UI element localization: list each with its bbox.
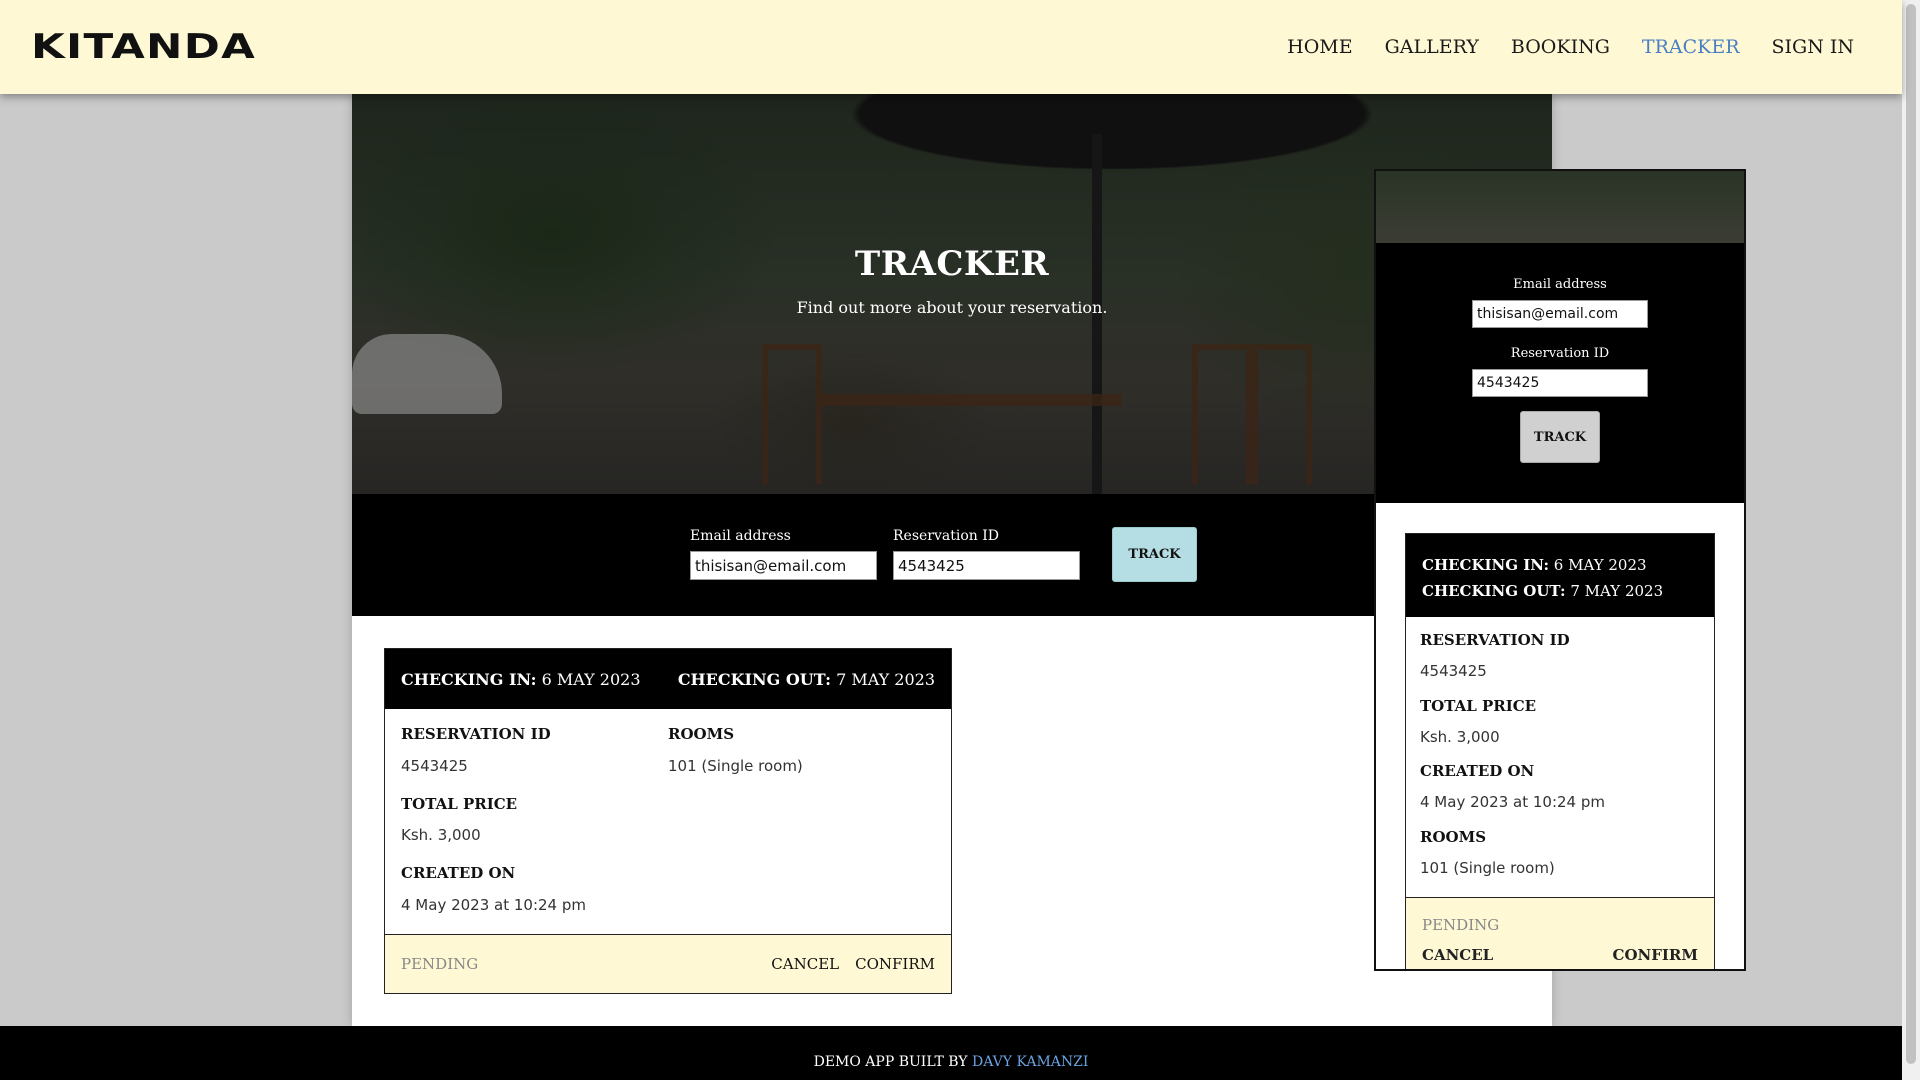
mobile-rooms-value: 101 (Single room) bbox=[1420, 859, 1555, 877]
mobile-email-label: Email address bbox=[1513, 277, 1607, 292]
nav-home[interactable]: HOME bbox=[1287, 36, 1352, 58]
reservation-card-body: RESERVATION ID 4543425 ROOMS 101 (Single… bbox=[385, 709, 951, 934]
reservation-id-value: 4543425 bbox=[401, 757, 468, 775]
reservation-card-header: CHECKING IN: 6 MAY 2023 CHECKING OUT: 7 … bbox=[385, 649, 951, 709]
mobile-reservation-id-label: Reservation ID bbox=[1510, 346, 1610, 361]
confirm-button[interactable]: CONFIRM bbox=[855, 955, 935, 973]
mobile-email-input[interactable] bbox=[1472, 300, 1648, 328]
checking-in-value: 6 MAY 2023 bbox=[541, 669, 641, 689]
mobile-cancel-button[interactable]: CANCEL bbox=[1422, 946, 1493, 964]
mobile-preview: Email address Reservation ID TRACK CHECK… bbox=[1374, 169, 1746, 971]
tracker-form: Email address Reservation ID TRACK bbox=[352, 494, 1552, 616]
checking-out-value: 7 MAY 2023 bbox=[836, 669, 935, 689]
scrollbar-thumb[interactable] bbox=[1906, 4, 1916, 1064]
page-subtitle: Find out more about your reservation. bbox=[796, 298, 1108, 317]
nav-gallery[interactable]: GALLERY bbox=[1385, 36, 1479, 58]
mobile-created-on-heading: CREATED ON bbox=[1420, 762, 1535, 780]
email-label: Email address bbox=[690, 528, 791, 544]
reservation-id-field-group: Reservation ID bbox=[893, 528, 1080, 580]
site-header: KITANDA HOME GALLERY BOOKING TRACKER SIG… bbox=[0, 0, 1902, 94]
mobile-checking-out: CHECKING OUT: 7 MAY 2023 bbox=[1422, 578, 1698, 604]
hero-text: TRACKER Find out more about your reserva… bbox=[352, 244, 1552, 317]
created-on-value: 4 May 2023 at 10:24 pm bbox=[401, 896, 587, 914]
mobile-reservation-id-heading: RESERVATION ID bbox=[1420, 631, 1570, 649]
nav-sign-in[interactable]: SIGN IN bbox=[1772, 36, 1855, 58]
author-link[interactable]: DAVY KAMANZI bbox=[972, 1054, 1088, 1070]
mobile-hero bbox=[1376, 171, 1744, 243]
main-nav: HOME GALLERY BOOKING TRACKER SIGN IN bbox=[1287, 36, 1854, 58]
mobile-checking-in-value: 6 MAY 2023 bbox=[1553, 556, 1647, 574]
nav-tracker[interactable]: TRACKER bbox=[1642, 36, 1740, 58]
checking-out-label: CHECKING OUT: bbox=[677, 669, 831, 689]
mobile-actions: CANCEL CONFIRM bbox=[1422, 946, 1698, 964]
hero-photo-chair bbox=[1192, 344, 1252, 484]
mobile-reservation-card: CHECKING IN: 6 MAY 2023 CHECKING OUT: 7 … bbox=[1405, 533, 1715, 969]
mobile-status-badge: PENDING bbox=[1422, 916, 1500, 934]
mobile-reservation-card-header: CHECKING IN: 6 MAY 2023 CHECKING OUT: 7 … bbox=[1406, 534, 1714, 617]
hero-banner: TRACKER Find out more about your reserva… bbox=[352, 94, 1552, 494]
reservation-card: CHECKING IN: 6 MAY 2023 CHECKING OUT: 7 … bbox=[384, 648, 952, 994]
email-input[interactable] bbox=[690, 551, 877, 580]
page-scrollbar[interactable] bbox=[1902, 0, 1920, 1080]
rooms-value: 101 (Single room) bbox=[668, 757, 803, 775]
reservation-id-label: Reservation ID bbox=[893, 528, 999, 544]
mobile-total-price-heading: TOTAL PRICE bbox=[1420, 697, 1537, 715]
mobile-track-button[interactable]: TRACK bbox=[1520, 411, 1600, 463]
reservation-id-input[interactable] bbox=[893, 551, 1080, 580]
mobile-created-on-value: 4 May 2023 at 10:24 pm bbox=[1420, 793, 1606, 811]
mobile-reservation-id-value: 4543425 bbox=[1420, 662, 1487, 680]
reservation-id-heading: RESERVATION ID bbox=[401, 725, 551, 743]
created-on-heading: CREATED ON bbox=[401, 864, 516, 882]
nav-booking[interactable]: BOOKING bbox=[1511, 36, 1610, 58]
mobile-checking-out-label: CHECKING OUT: bbox=[1422, 582, 1566, 600]
email-field-group: Email address bbox=[690, 528, 877, 580]
checking-in-label: CHECKING IN: bbox=[401, 669, 537, 689]
rooms-heading: ROOMS bbox=[668, 725, 735, 743]
tracker-page: TRACKER Find out more about your reserva… bbox=[352, 94, 1552, 1026]
mobile-confirm-button[interactable]: CONFIRM bbox=[1613, 946, 1698, 964]
mobile-reservation-card-body: RESERVATION ID 4543425 TOTAL PRICE Ksh. … bbox=[1406, 617, 1714, 897]
hero-photo-car bbox=[352, 334, 502, 414]
page-title: TRACKER bbox=[854, 244, 1050, 284]
mobile-checking-in: CHECKING IN: 6 MAY 2023 bbox=[1422, 552, 1698, 578]
mobile-reservation-card-footer: PENDING CANCEL CONFIRM bbox=[1406, 897, 1714, 969]
checking-in: CHECKING IN: 6 MAY 2023 bbox=[401, 670, 641, 689]
checking-out: CHECKING OUT: 7 MAY 2023 bbox=[678, 670, 935, 689]
hero-photo-chair bbox=[1252, 344, 1312, 484]
total-price-value: Ksh. 3,000 bbox=[401, 826, 481, 844]
reservation-card-footer: PENDING CANCEL CONFIRM bbox=[385, 934, 951, 993]
footer-credit: DEMO APP BUILT BY DAVY KAMANZI bbox=[0, 1054, 1902, 1070]
mobile-checking-in-label: CHECKING IN: bbox=[1422, 556, 1550, 574]
total-price-heading: TOTAL PRICE bbox=[401, 795, 518, 813]
mobile-total-price-value: Ksh. 3,000 bbox=[1420, 728, 1500, 746]
hero-photo-table bbox=[822, 394, 1122, 406]
mobile-tracker-form: Email address Reservation ID TRACK bbox=[1376, 243, 1744, 503]
footer-text: DEMO APP BUILT BY bbox=[813, 1054, 968, 1070]
site-logo[interactable]: KITANDA bbox=[31, 27, 256, 67]
site-footer: DEMO APP BUILT BY DAVY KAMANZI bbox=[0, 1026, 1902, 1080]
hero-photo-chair bbox=[762, 344, 822, 484]
cancel-button[interactable]: CANCEL bbox=[771, 955, 839, 973]
status-badge: PENDING bbox=[401, 955, 479, 973]
mobile-reservation-id-input[interactable] bbox=[1472, 369, 1648, 397]
mobile-checking-out-value: 7 MAY 2023 bbox=[1570, 582, 1664, 600]
track-button[interactable]: TRACK bbox=[1112, 527, 1197, 582]
mobile-rooms-heading: ROOMS bbox=[1420, 828, 1487, 846]
